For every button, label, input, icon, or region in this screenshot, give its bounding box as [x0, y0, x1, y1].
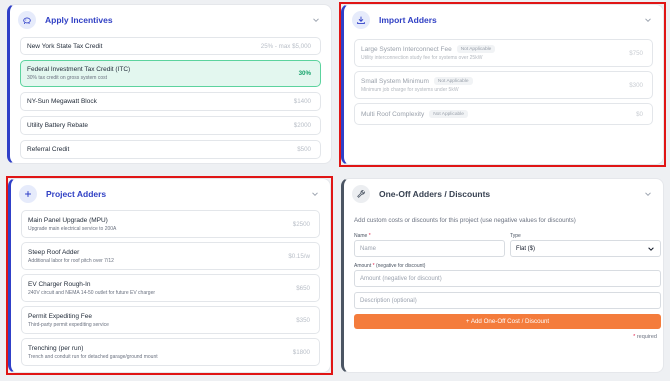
adder-name: EV Charger Rough-In: [28, 280, 91, 288]
adder-item[interactable]: Permit Expediting Fee Third-party permit…: [21, 306, 320, 334]
incentive-name: Utility Battery Rebate: [27, 122, 89, 129]
incentive-item[interactable]: NY-Sun Megawatt Block $1400: [20, 92, 321, 111]
adder-desc: Third-party permit expediting service: [28, 321, 109, 328]
incentive-value: $2000: [293, 122, 311, 129]
plus-icon: [19, 185, 37, 203]
incentive-name: NY-Sun Megawatt Block: [27, 98, 97, 105]
incentive-desc: 30% tax credit on gross system cost: [27, 75, 108, 81]
adder-desc: Utility interconnection study fee for sy…: [361, 55, 483, 61]
adder-desc: Additional labor for roof pitch over 7/1…: [28, 257, 114, 264]
import-adders-header[interactable]: Import Adders: [344, 5, 663, 35]
project-adders-card: Project Adders Main Panel Upgrade (MPU) …: [8, 178, 331, 373]
incentives-title: Apply Incentives: [45, 15, 113, 25]
adder-value: $1800: [292, 348, 310, 356]
incentive-value: 25% - max $5,000: [260, 42, 311, 50]
amount-label: Amount * (negative for discount): [354, 263, 426, 269]
adder-item[interactable]: Large System Interconnect Fee Not Applica…: [354, 39, 653, 67]
adder-item[interactable]: Steep Roof Adder Additional labor for ro…: [21, 242, 320, 270]
required-note: * required: [633, 334, 657, 340]
project-adders-header[interactable]: Project Adders: [11, 179, 330, 209]
incentive-item[interactable]: New York State Tax Credit 25% - max $5,0…: [20, 37, 321, 55]
not-applicable-badge: Not Applicable: [429, 110, 468, 118]
wrench-icon: [352, 185, 370, 203]
incentive-item[interactable]: Referral Credit $500: [20, 140, 321, 159]
adder-name: Permit Expediting Fee: [28, 312, 92, 320]
adder-value: $0: [636, 110, 643, 118]
type-select-value: Flat ($): [516, 245, 536, 252]
adder-value: $350: [296, 316, 310, 324]
incentive-value: 30%: [298, 70, 311, 77]
adder-item[interactable]: Multi Roof Complexity Not Applicable $0: [354, 103, 653, 125]
adder-desc: Upgrade main electrical service to 200A: [28, 225, 117, 232]
adder-value: $650: [296, 284, 310, 292]
chevron-down-icon[interactable]: [311, 15, 321, 25]
incentives-header[interactable]: Apply Incentives: [10, 5, 331, 35]
amount-field[interactable]: Amount (negative for discount): [354, 270, 661, 287]
incentive-value: $500: [297, 146, 311, 153]
incentive-item[interactable]: Utility Battery Rebate $2000: [20, 116, 321, 135]
description-field[interactable]: Description (optional): [354, 292, 661, 309]
project-adders-title: Project Adders: [46, 189, 107, 199]
chevron-down-icon[interactable]: [310, 189, 320, 199]
adder-name: Small System Minimum: [361, 77, 429, 85]
chevron-down-icon[interactable]: [643, 15, 653, 25]
adder-name: Trenching (per run): [28, 344, 84, 352]
name-label: Name *: [354, 233, 371, 239]
incentive-name: Federal Investment Tax Credit (ITC): [27, 66, 131, 73]
adder-item[interactable]: EV Charger Rough-In 240V circuit and NEM…: [21, 274, 320, 302]
oneoff-title: One-Off Adders / Discounts: [379, 189, 491, 199]
oneoff-header[interactable]: One-Off Adders / Discounts: [344, 179, 663, 209]
not-applicable-badge: Not Applicable: [433, 77, 473, 85]
adder-desc: Trench and conduit run for detached gara…: [28, 353, 158, 360]
adder-name: Large System Interconnect Fee: [361, 45, 452, 53]
oneoff-subtitle: Add custom costs or discounts for this p…: [354, 217, 576, 224]
adder-name: Steep Roof Adder: [28, 248, 80, 256]
adder-name: Multi Roof Complexity: [361, 110, 425, 118]
adder-value: $750: [629, 49, 643, 57]
adder-desc: 240V circuit and NEMA 14-50 outlet for f…: [28, 289, 156, 296]
incentive-value: $1400: [293, 98, 311, 105]
adder-value: $0.15/w: [288, 252, 310, 260]
adder-name: Main Panel Upgrade (MPU): [28, 216, 108, 224]
adder-desc: Minimum job charge for systems under 5kW: [361, 87, 459, 93]
import-adders-card: Import Adders Large System Interconnect …: [341, 4, 664, 165]
type-select[interactable]: Flat ($): [510, 240, 661, 257]
import-adders-title: Import Adders: [379, 15, 437, 25]
incentive-name: Referral Credit: [27, 146, 70, 153]
not-applicable-badge: Not Applicable: [456, 45, 496, 53]
chevron-down-icon: [648, 246, 654, 251]
type-label: Type: [510, 233, 521, 239]
adder-value: $300: [629, 81, 643, 89]
incentives-card: Apply Incentives New York State Tax Cred…: [7, 4, 332, 164]
chevron-down-icon[interactable]: [643, 189, 653, 199]
adder-item[interactable]: Main Panel Upgrade (MPU) Upgrade main el…: [21, 210, 320, 238]
incentive-name: New York State Tax Credit: [27, 42, 103, 50]
adder-item[interactable]: Small System Minimum Not Applicable Minim…: [354, 71, 653, 99]
piggy-bank-icon: [18, 11, 36, 29]
adder-value: $2500: [292, 220, 310, 228]
name-field[interactable]: Name: [354, 240, 505, 257]
adder-item[interactable]: Trenching (per run) Trench and conduit r…: [21, 338, 320, 366]
download-icon: [352, 11, 370, 29]
incentive-item-selected[interactable]: Federal Investment Tax Credit (ITC) 30% …: [20, 60, 321, 87]
add-oneoff-button[interactable]: + Add One-Off Cost / Discount: [354, 314, 661, 329]
oneoff-card: One-Off Adders / Discounts Add custom co…: [341, 178, 664, 373]
